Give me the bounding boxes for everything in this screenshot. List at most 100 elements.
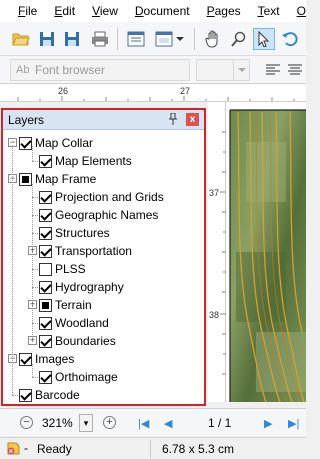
layer-label: Geographic Names <box>55 208 159 222</box>
ruler-label: 38 <box>209 310 220 320</box>
map-canvas[interactable] <box>226 102 306 402</box>
chevron-down-icon[interactable] <box>175 28 185 50</box>
next-page-icon[interactable]: ▶ <box>264 417 272 430</box>
layer-visibility-checkbox[interactable] <box>39 190 52 204</box>
layers-panel-header: Layers x <box>3 110 204 130</box>
page-indicator: 1 / 1 <box>208 416 232 430</box>
layer-visibility-checkbox[interactable] <box>39 370 52 384</box>
layer-label: Projection and Grids <box>55 190 164 204</box>
zoom-in-icon[interactable]: + <box>103 416 116 429</box>
layer-item-images[interactable]: Images <box>19 350 74 368</box>
layer-visibility-checkbox[interactable] <box>39 208 52 222</box>
layer-item-plss[interactable]: PLSS <box>39 260 86 278</box>
document-properties-icon[interactable] <box>125 28 147 50</box>
layer-label: Terrain <box>55 298 92 312</box>
layer-item-map-frame[interactable]: Map Frame <box>19 170 96 188</box>
layer-label: Boundaries <box>55 334 116 348</box>
last-page-icon[interactable]: ▶| <box>288 417 299 430</box>
layers-tree: Map Collar − Map Elements Map Frame − Project… <box>3 132 204 404</box>
layer-visibility-checkbox[interactable] <box>39 244 52 258</box>
menu-bar: FileEditViewDocumentPagesTextObject <box>0 0 306 22</box>
layer-item-geographic-names[interactable]: Geographic Names <box>39 206 158 224</box>
layer-label: Orthoimage <box>55 370 118 384</box>
layers-panel: Layers x Map Collar − Map Elements Map Fram… <box>1 108 206 406</box>
menu-document[interactable]: Document <box>118 0 190 22</box>
text-toolbar: Ab Font browser <box>0 56 306 84</box>
layer-visibility-checkbox[interactable] <box>19 172 32 186</box>
save-icon[interactable] <box>36 28 58 50</box>
ruler-label: 26 <box>58 86 69 96</box>
layer-item-barcode[interactable]: Barcode <box>19 386 80 404</box>
chevron-down-icon[interactable]: ▾ <box>79 414 93 432</box>
layer-item-projection-and-grids[interactable]: Projection and Grids <box>39 188 164 206</box>
previous-page-icon[interactable]: ◀ <box>164 417 172 430</box>
main-toolbar <box>0 22 306 56</box>
layer-label: Woodland <box>55 316 109 330</box>
font-browser-placeholder: Font browser <box>35 63 106 77</box>
select-tool-icon[interactable] <box>253 28 275 50</box>
close-icon[interactable]: x <box>186 113 199 126</box>
layer-item-hydrography[interactable]: Hydrography <box>39 278 124 296</box>
layer-visibility-checkbox[interactable] <box>39 316 52 330</box>
hand-tool-icon[interactable] <box>202 28 224 50</box>
layer-label: Map Elements <box>55 154 132 168</box>
status-text: Ready <box>37 442 72 456</box>
layer-visibility-checkbox[interactable] <box>39 280 52 294</box>
layer-item-boundaries[interactable]: Boundaries <box>39 332 116 350</box>
layer-label: Barcode <box>35 388 80 402</box>
layer-item-terrain[interactable]: Terrain <box>39 296 92 314</box>
vertical-ruler: 37 38 <box>208 102 226 402</box>
menu-view[interactable]: View <box>75 0 118 22</box>
page-layout-icon[interactable] <box>153 28 175 50</box>
menu-pages[interactable]: Pages <box>190 0 241 22</box>
menu-edit[interactable]: Edit <box>37 0 75 22</box>
menu-text[interactable]: Text <box>241 0 280 22</box>
layer-item-transportation[interactable]: Transportation <box>39 242 132 260</box>
save-as-icon[interactable] <box>61 28 83 50</box>
menu-object[interactable]: Object <box>280 0 306 22</box>
layer-label: Map Collar <box>35 136 94 150</box>
first-page-icon[interactable]: |◀ <box>138 417 149 430</box>
layer-visibility-checkbox[interactable] <box>19 136 32 150</box>
print-icon[interactable] <box>89 28 111 50</box>
font-browser-input[interactable]: Ab Font browser <box>10 59 190 81</box>
align-left-icon[interactable] <box>262 59 284 81</box>
layer-visibility-checkbox[interactable] <box>19 352 32 366</box>
layer-visibility-checkbox[interactable] <box>39 226 52 240</box>
zoom-tool-icon[interactable] <box>228 28 250 50</box>
ruler-label: 37 <box>209 188 220 198</box>
layer-item-map-collar[interactable]: Map Collar <box>19 134 93 152</box>
ruler-label: 27 <box>180 86 191 96</box>
layer-item-map-elements[interactable]: Map Elements <box>39 152 132 170</box>
layer-item-woodland[interactable]: Woodland <box>39 314 109 332</box>
horizontal-ruler: 26 27 <box>0 84 306 102</box>
pin-icon[interactable] <box>169 112 177 128</box>
layer-label: Transportation <box>55 244 132 258</box>
layer-label: PLSS <box>55 262 86 276</box>
layer-label: Hydrography <box>55 280 124 294</box>
layer-label: Map Frame <box>35 172 97 186</box>
zoom-value[interactable]: 321% <box>42 416 73 430</box>
chevron-down-icon[interactable] <box>233 60 249 80</box>
layer-visibility-checkbox[interactable] <box>19 388 32 402</box>
layer-visibility-checkbox[interactable] <box>39 298 52 312</box>
open-folder-icon[interactable] <box>10 28 32 50</box>
rotate-tool-icon[interactable] <box>279 28 301 50</box>
zoom-out-icon[interactable]: − <box>20 416 33 429</box>
layer-visibility-checkbox[interactable] <box>39 262 52 276</box>
layer-visibility-checkbox[interactable] <box>39 154 52 168</box>
warning-icon[interactable] <box>6 441 20 455</box>
layers-panel-title: Layers <box>8 113 45 127</box>
menu-file[interactable]: File <box>0 0 37 22</box>
zoom-navigation-bar: − 321% ▾ + |◀ ◀ 1 / 1 ▶ ▶| <box>0 408 306 436</box>
layer-label: Images <box>35 352 75 366</box>
font-size-select[interactable] <box>196 59 250 81</box>
font-icon: Ab <box>16 64 30 76</box>
status-bar: - Ready 6.78 x 5.3 cm <box>0 437 306 459</box>
status-dash: - <box>24 441 28 455</box>
align-center-icon[interactable] <box>284 59 306 81</box>
layer-item-orthoimage[interactable]: Orthoimage <box>39 368 118 386</box>
layer-item-structures[interactable]: Structures <box>39 224 110 242</box>
layer-label: Structures <box>55 226 110 240</box>
layer-visibility-checkbox[interactable] <box>39 334 52 348</box>
